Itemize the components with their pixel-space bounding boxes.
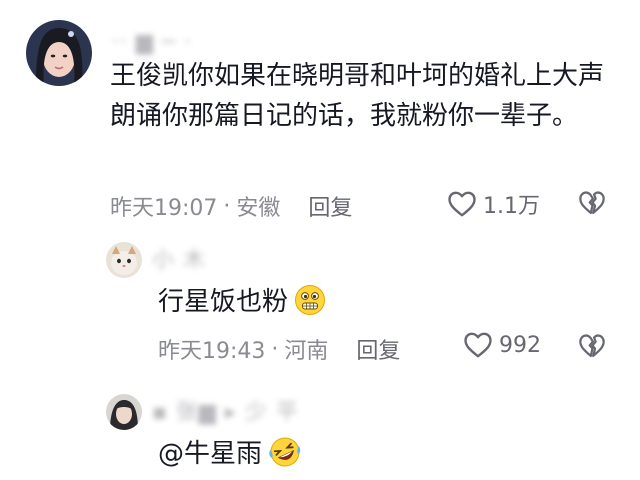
heart-icon [448, 191, 476, 217]
reply-button[interactable]: 回复 [308, 190, 352, 222]
mention-link[interactable]: @牛星雨 [158, 439, 262, 469]
avatar[interactable] [106, 242, 142, 278]
avatar[interactable] [106, 394, 142, 430]
broken-heart-icon [579, 191, 605, 215]
dislike-button[interactable] [578, 333, 606, 363]
like-button[interactable]: 992 [463, 331, 541, 359]
username[interactable]: ▪ 张▆ ▸ 少 平 [152, 402, 299, 424]
grimace-emoji [294, 284, 326, 328]
rolling-laughing-emoji [268, 436, 302, 480]
comment-time: 昨天19:07 [110, 196, 218, 221]
like-count: 992 [499, 332, 541, 358]
broken-heart-icon [579, 334, 605, 358]
like-button[interactable]: 1.1万 [447, 188, 540, 220]
comment-text: 王俊凯你如果在晓明哥和叶坷的婚礼上大声朗诵你那篇日记的话，我就粉你一辈子。 [110, 61, 605, 131]
comment-text: 行星饭也粉 [158, 282, 598, 328]
heart-icon [464, 332, 492, 358]
comment-location: 安徽 [236, 196, 281, 221]
username[interactable]: 小 木 [152, 250, 206, 272]
username[interactable]: ·· ▆ ─ · [112, 32, 192, 54]
dislike-button[interactable] [578, 190, 606, 220]
meta-separator: · [271, 336, 279, 362]
comment-text: @牛星雨 [158, 434, 598, 480]
comment-meta: 昨天19:07 · 安徽 回复 [110, 190, 352, 222]
meta-separator: · [223, 193, 231, 219]
comment-time: 昨天19:43 [158, 339, 266, 364]
comment-location: 河南 [284, 339, 329, 364]
comment-meta: 昨天19:43 · 河南 回复 [158, 333, 400, 365]
reply-button[interactable]: 回复 [356, 333, 400, 365]
comment-text-content: 行星饭也粉 [158, 287, 289, 317]
avatar[interactable] [26, 20, 92, 86]
like-count: 1.1万 [483, 194, 540, 219]
